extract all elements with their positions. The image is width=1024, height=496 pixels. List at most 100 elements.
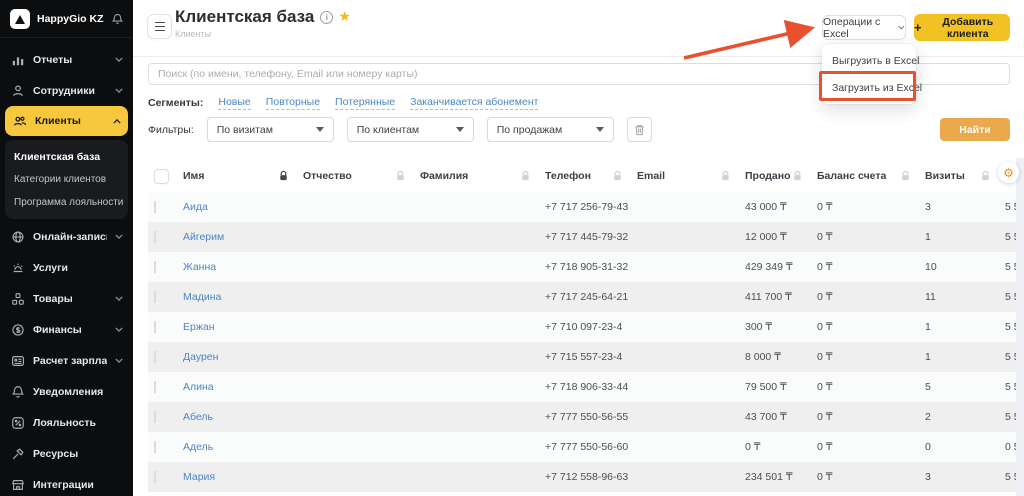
notifications-bell-icon[interactable] [112,13,123,25]
lock-icon[interactable] [900,170,911,182]
submenu-item-client-categories[interactable]: Категории клиентов [5,168,128,191]
chevron-down-icon [115,57,123,62]
lock-icon[interactable] [278,170,289,182]
lock-icon[interactable] [720,170,731,182]
sidebar-item-finance[interactable]: Финансы [0,314,133,345]
sidebar-item-notifications[interactable]: Уведомления [0,376,133,407]
clients-table: Имя Отчество Фамилия Телефон Email Прода… [148,160,1016,492]
table-row[interactable]: Даурен +7 715 557-23-4 8 000 ₸ 0 ₸ 1 5 5 [148,342,1016,372]
sidebar-item-online-booking[interactable]: Онлайн-запись [0,221,133,252]
column-header-patronymic[interactable]: Отчество [303,170,420,182]
column-header-surname[interactable]: Фамилия [420,170,545,182]
phone-cell: +7 717 245-64-21 [545,291,637,303]
extra-cell: 5 5 [1005,411,1016,423]
sidebar-item-label: Отчеты [33,54,107,66]
segment-link-lost[interactable]: Потерянные [335,96,395,110]
submenu-item-client-base[interactable]: Клиентская база [5,145,128,168]
sidebar-item-reports[interactable]: Отчеты [0,44,133,75]
row-checkbox[interactable] [154,201,156,213]
client-name-link[interactable]: Мария [183,471,215,483]
filter-select-value: По продажам [497,124,563,136]
column-header-sold[interactable]: Продано [745,170,817,182]
column-header-email[interactable]: Email [637,170,745,182]
client-name-link[interactable]: Жанна [183,261,216,273]
info-icon[interactable]: i [320,11,333,24]
add-client-button[interactable]: + Добавить клиента [914,14,1010,41]
sidebar-item-services[interactable]: Услуги [0,252,133,283]
table-row[interactable]: Мария +7 712 558-96-63 234 501 ₸ 0 ₸ 3 5… [148,462,1016,492]
client-name-link[interactable]: Адель [183,441,213,453]
row-checkbox[interactable] [154,381,156,393]
client-name-link[interactable]: Абель [183,411,213,423]
clear-filters-button[interactable] [627,117,652,142]
extra-cell: 5 5 [1005,261,1016,273]
table-row[interactable]: Мадина +7 717 245-64-21 411 700 ₸ 0 ₸ 11… [148,282,1016,312]
client-name-link[interactable]: Даурен [183,351,218,363]
person-icon [10,83,25,98]
row-checkbox[interactable] [154,441,156,453]
segment-link-subscription-ending[interactable]: Заканчивается абонемент [410,96,538,110]
row-checkbox[interactable] [154,471,156,483]
filter-select-visits[interactable]: По визитам [207,117,334,142]
caret-down-icon [596,127,604,132]
filter-select-clients[interactable]: По клиентам [347,117,474,142]
hammer-icon [10,446,25,461]
sidebar-item-payroll[interactable]: Расчет зарплат [0,345,133,376]
find-button[interactable]: Найти [940,118,1010,141]
column-header-visits[interactable]: Визиты [925,170,1005,182]
column-header-phone[interactable]: Телефон [545,170,637,182]
table-row[interactable]: Адель +7 777 550-56-60 0 ₸ 0 ₸ 0 0 5 [148,432,1016,462]
table-row[interactable]: Алина +7 718 906-33-44 79 500 ₸ 0 ₸ 5 5 … [148,372,1016,402]
client-name-link[interactable]: Ержан [183,321,215,333]
sidebar-item-clients[interactable]: Клиенты [5,106,128,136]
table-row[interactable]: Абель +7 777 550-56-55 43 700 ₸ 0 ₸ 2 5 … [148,402,1016,432]
client-name-link[interactable]: Мадина [183,291,221,303]
sidebar-item-label: Интеграции [33,479,123,491]
column-header-name[interactable]: Имя [183,170,303,182]
sidebar-item-loyalty[interactable]: Лояльность [0,407,133,438]
lock-icon[interactable] [520,170,531,182]
client-name-link[interactable]: Алина [183,381,214,393]
sold-cell: 300 ₸ [745,321,817,333]
submenu-item-loyalty-program[interactable]: Программа лояльности [5,191,128,214]
filters-label: Фильтры: [148,124,194,136]
client-name-link[interactable]: Айгерим [183,231,224,243]
sidebar-item-goods[interactable]: Товары [0,283,133,314]
dropdown-item-export-excel[interactable]: Выгрузить в Excel [822,47,916,74]
row-checkbox[interactable] [154,231,156,243]
row-checkbox[interactable] [154,261,156,273]
sidebar-item-integrations[interactable]: Интеграции [0,469,133,496]
sidebar-item-staff[interactable]: Сотрудники [0,75,133,106]
table-settings-gear-icon[interactable]: ⚙ [998,162,1019,183]
balance-cell: 0 ₸ [817,201,925,213]
table-row[interactable]: Ержан +7 710 097-23-4 300 ₸ 0 ₸ 1 5 5 [148,312,1016,342]
row-checkbox[interactable] [154,351,156,363]
lock-icon[interactable] [792,170,803,182]
scrollbar-gutter[interactable] [1016,158,1024,496]
bell-icon [10,384,25,399]
sidebar-item-resources[interactable]: Ресурсы [0,438,133,469]
column-header-balance[interactable]: Баланс счета [817,170,925,182]
lock-icon[interactable] [980,170,991,182]
lock-icon[interactable] [612,170,623,182]
excel-operations-button[interactable]: Операции с Excel [822,15,906,40]
filter-select-sales[interactable]: По продажам [487,117,614,142]
dropdown-item-import-excel[interactable]: Загрузить из Excel [822,74,916,101]
sidebar-item-label: Услуги [33,262,123,274]
row-checkbox[interactable] [154,321,156,333]
row-checkbox[interactable] [154,291,156,303]
app-logo[interactable] [10,9,30,29]
segment-link-new[interactable]: Новые [218,96,250,110]
row-checkbox[interactable] [154,411,156,423]
brand-name: HappyGio KZ [37,13,105,25]
table-row[interactable]: Айгерим +7 717 445-79-32 12 000 ₸ 0 ₸ 1 … [148,222,1016,252]
table-row[interactable]: Жанна +7 718 905-31-32 429 349 ₸ 0 ₸ 10 … [148,252,1016,282]
table-row[interactable]: Аида +7 717 256-79-43 43 000 ₸ 0 ₸ 3 5 5 [148,192,1016,222]
menu-toggle-button[interactable] [147,14,172,39]
select-all-checkbox[interactable] [154,169,169,184]
segment-link-repeat[interactable]: Повторные [266,96,320,110]
favorite-star-icon[interactable]: ★ [338,8,351,24]
table-header-row: Имя Отчество Фамилия Телефон Email Прода… [148,160,1016,192]
lock-icon[interactable] [395,170,406,182]
client-name-link[interactable]: Аида [183,201,208,213]
